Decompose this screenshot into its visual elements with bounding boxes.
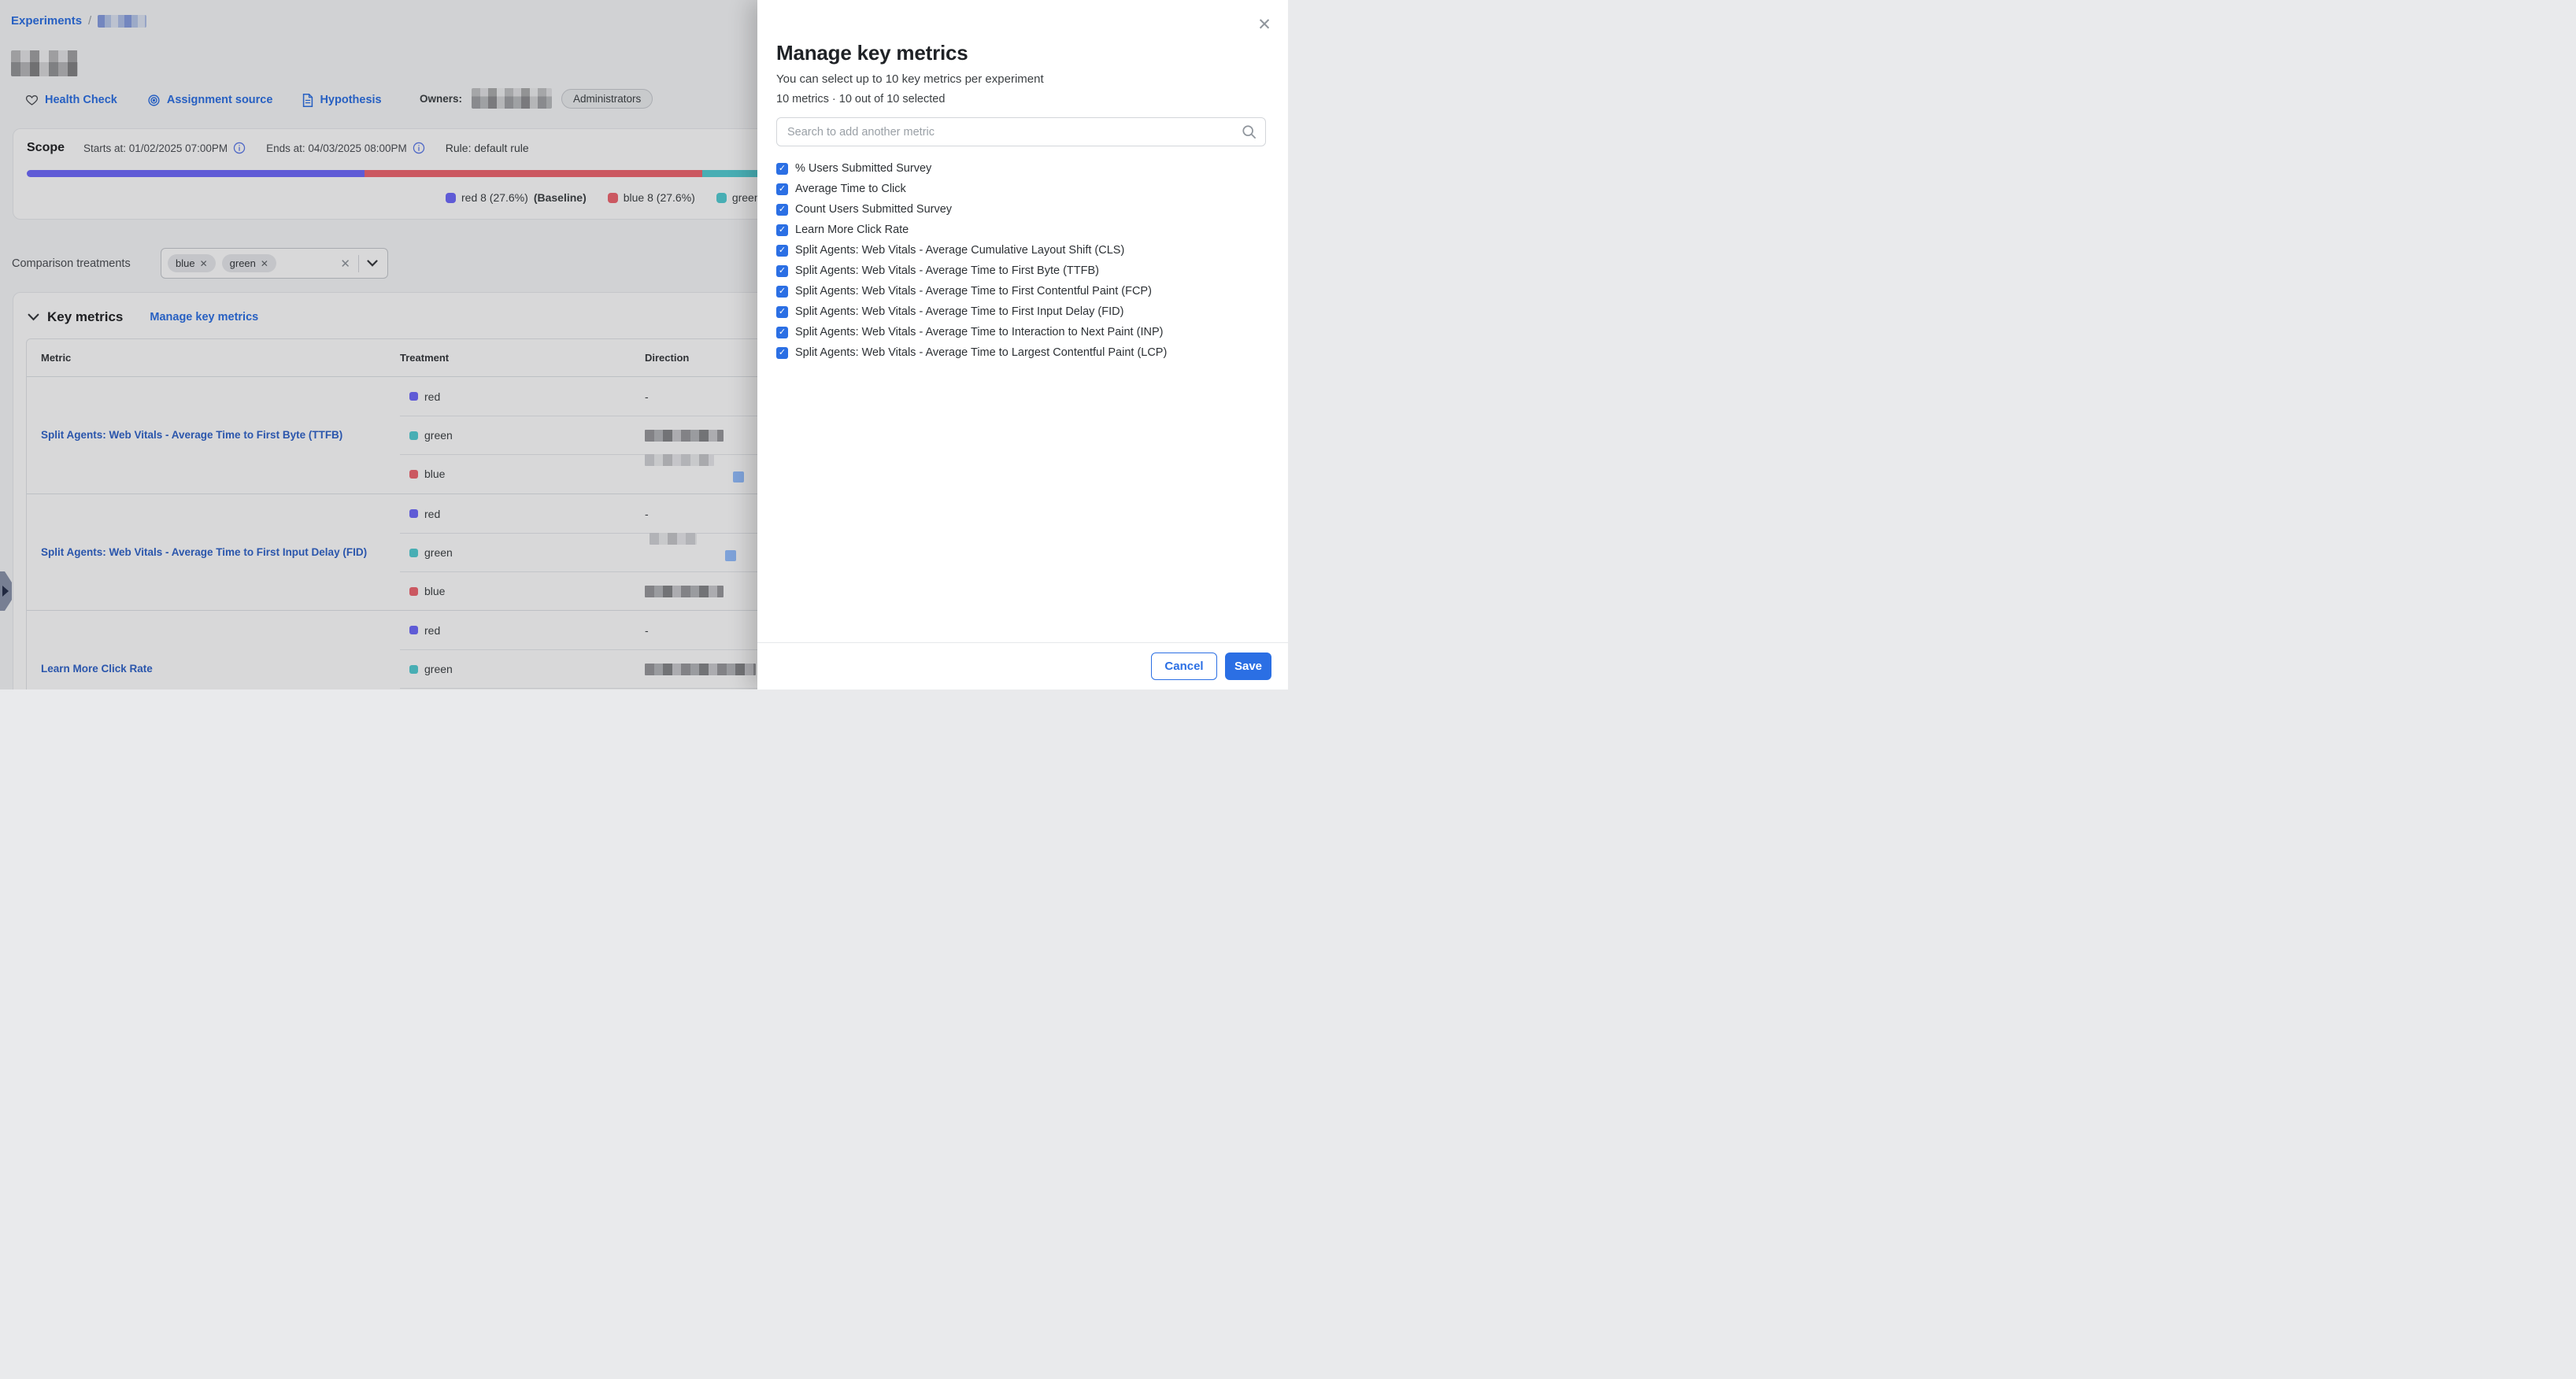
metric-option[interactable]: ✓ Split Agents: Web Vitals - Average Time… [776, 342, 1268, 363]
checkbox-checked-icon[interactable]: ✓ [776, 286, 788, 298]
selected-count-text: 10 metrics · 10 out of 10 selected [776, 93, 1268, 105]
metric-option[interactable]: ✓ Split Agents: Web Vitals - Average Time… [776, 322, 1268, 342]
checkbox-checked-icon[interactable]: ✓ [776, 224, 788, 236]
metric-option-label: Split Agents: Web Vitals - Average Cumul… [795, 244, 1124, 257]
metric-option-label: % Users Submitted Survey [795, 162, 931, 175]
checkbox-checked-icon[interactable]: ✓ [776, 204, 788, 216]
manage-key-metrics-panel: ✕ Manage key metrics You can select up t… [757, 0, 1288, 690]
app-window: Experiments / Health Check Assignment so… [0, 0, 1288, 690]
metric-option-label: Count Users Submitted Survey [795, 203, 952, 216]
metric-option-label: Split Agents: Web Vitals - Average Time … [795, 346, 1167, 359]
metric-option[interactable]: ✓ Split Agents: Web Vitals - Average Cumu… [776, 240, 1268, 261]
metric-option[interactable]: ✓ Count Users Submitted Survey [776, 199, 1268, 220]
metric-option-label: Split Agents: Web Vitals - Average Time … [795, 305, 1123, 318]
metric-option-label: Split Agents: Web Vitals - Average Time … [795, 285, 1152, 298]
checkbox-checked-icon[interactable]: ✓ [776, 327, 788, 338]
cancel-button[interactable]: Cancel [1151, 653, 1217, 680]
metric-search-input[interactable] [776, 117, 1266, 146]
panel-subtitle: You can select up to 10 key metrics per … [776, 72, 1268, 86]
metric-option-label: Split Agents: Web Vitals - Average Time … [795, 326, 1163, 338]
checkbox-checked-icon[interactable]: ✓ [776, 265, 788, 277]
checkbox-checked-icon[interactable]: ✓ [776, 347, 788, 359]
checkbox-checked-icon[interactable]: ✓ [776, 306, 788, 318]
metric-option[interactable]: ✓ Split Agents: Web Vitals - Average Time… [776, 281, 1268, 301]
metric-option[interactable]: ✓ Learn More Click Rate [776, 220, 1268, 240]
checkbox-checked-icon[interactable]: ✓ [776, 183, 788, 195]
checkbox-checked-icon[interactable]: ✓ [776, 163, 788, 175]
metric-option-label: Split Agents: Web Vitals - Average Time … [795, 264, 1099, 277]
metric-option[interactable]: ✓ Split Agents: Web Vitals - Average Time… [776, 301, 1268, 322]
search-icon [1242, 124, 1257, 139]
close-icon[interactable]: ✕ [1255, 16, 1274, 35]
checkbox-checked-icon[interactable]: ✓ [776, 245, 788, 257]
metric-checkbox-list: ✓ % Users Submitted Survey ✓ Average Time … [776, 158, 1268, 363]
panel-title: Manage key metrics [776, 41, 1268, 65]
metric-option-label: Average Time to Click [795, 183, 906, 195]
panel-footer: Cancel Save [757, 642, 1288, 690]
metric-option[interactable]: ✓ Average Time to Click [776, 179, 1268, 199]
metric-option[interactable]: ✓ Split Agents: Web Vitals - Average Time… [776, 261, 1268, 281]
save-button[interactable]: Save [1225, 653, 1271, 680]
metric-option[interactable]: ✓ % Users Submitted Survey [776, 158, 1268, 179]
metric-option-label: Learn More Click Rate [795, 224, 909, 236]
